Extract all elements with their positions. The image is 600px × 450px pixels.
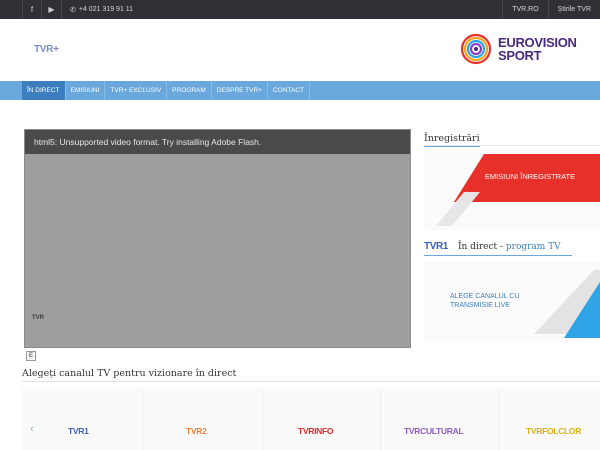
channel-tvr2[interactable]: TVR2 xyxy=(186,426,207,436)
link-tvr-ro[interactable]: TVR.RO xyxy=(502,0,547,19)
channels-title: Alegeți canalul TV pentru vizionare în d… xyxy=(22,368,239,382)
channel-tvrcultural[interactable]: TVRCULTURAL xyxy=(404,426,464,436)
channels-divider xyxy=(22,381,600,382)
channel-separator xyxy=(380,390,381,450)
channel-separator xyxy=(498,390,499,450)
top-bar-left: f ▶ ✆ +4 021 319 91 11 xyxy=(22,0,133,19)
channel-separator xyxy=(262,390,263,450)
link-stirile-tvr[interactable]: Știrile TVR xyxy=(547,0,600,19)
nav-program[interactable]: Program xyxy=(167,81,212,100)
recordings-banner[interactable] xyxy=(424,150,600,230)
youtube-icon[interactable]: ▶ xyxy=(42,0,62,19)
partner-name-line2: SPORT xyxy=(498,48,542,63)
eurovision-sport-logo[interactable]: EUROVISION SPORT xyxy=(460,33,577,65)
facebook-icon[interactable]: f xyxy=(22,0,42,19)
nav-contact[interactable]: Contact xyxy=(268,81,310,100)
live-title: În direct - xyxy=(457,241,506,252)
main-nav: În direct Emisiuni TVR+ Exclusiv Program… xyxy=(0,81,600,100)
recordings-divider xyxy=(424,145,600,146)
tvr1-logo: TVR1 xyxy=(424,241,448,252)
phone-number: +4 021 319 91 11 xyxy=(78,6,134,13)
site-header: TVR+ EUROVISION SPORT xyxy=(0,19,600,81)
phone-icon: ✆ xyxy=(70,6,76,14)
player-e-button[interactable]: E xyxy=(26,351,36,361)
choose-channel-label: ALEGE CANALUL CU TRANSMISIE LIVE xyxy=(450,293,520,309)
channel-tvrinfo[interactable]: TVRINFO xyxy=(298,426,334,436)
phone-contact[interactable]: ✆ +4 021 319 91 11 xyxy=(62,6,133,14)
video-player[interactable]: html5: Unsupported video format. Try ins… xyxy=(24,129,411,348)
tvr-plus-logo[interactable]: TVR+ xyxy=(34,44,59,55)
player-watermark: TVR xyxy=(32,315,44,321)
nav-about[interactable]: Despre TVR+ xyxy=(212,81,268,100)
chevron-left-icon[interactable]: ‹ xyxy=(30,423,34,435)
recordings-button-label: EMISIUNI ÎNREGISTRATE xyxy=(484,172,576,181)
channel-carousel xyxy=(22,388,600,450)
recordings-banner-shape xyxy=(436,154,600,226)
program-tv-link[interactable]: program TV xyxy=(506,242,561,252)
top-bar-links: TVR.RO Știrile TVR xyxy=(502,0,600,19)
channel-tvrfolclor[interactable]: TVRFOLCLOR xyxy=(526,426,581,436)
eurovision-heart-icon xyxy=(460,33,492,65)
nav-shows[interactable]: Emisiuni xyxy=(66,81,106,100)
channel-separator xyxy=(142,390,143,450)
top-bar: f ▶ ✆ +4 021 319 91 11 TVR.RO Știrile TV… xyxy=(0,0,600,19)
live-heading: TVR1 În direct - program TV xyxy=(424,241,561,252)
nav-live[interactable]: În direct xyxy=(22,81,66,100)
channel-tvr1[interactable]: TVR1 xyxy=(68,426,89,436)
player-error-message: html5: Unsupported video format. Try ins… xyxy=(25,130,410,154)
nav-exclusive[interactable]: TVR+ Exclusiv xyxy=(105,81,168,100)
live-divider xyxy=(424,255,572,256)
recordings-title: Înregistrări xyxy=(424,133,480,147)
